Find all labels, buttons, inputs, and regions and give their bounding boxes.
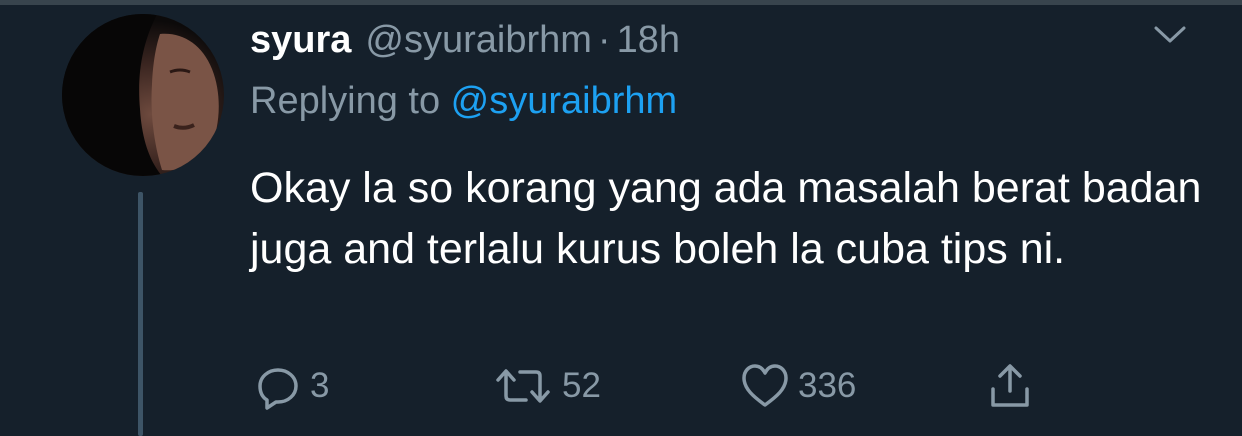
reply-count: 3 [310, 366, 330, 405]
chevron-down-icon [1154, 26, 1186, 43]
reply-icon [258, 368, 298, 410]
avatar[interactable] [62, 14, 224, 176]
retweet-button[interactable]: 52 [492, 356, 601, 416]
tweet-menu-button[interactable] [1153, 24, 1187, 46]
share-icon [991, 364, 1029, 407]
retweet-count: 52 [562, 366, 601, 405]
action-bar: 3 52 336 [250, 356, 1100, 416]
share-button[interactable] [988, 356, 1032, 416]
like-button[interactable]: 336 [740, 356, 856, 416]
thread-line [138, 192, 143, 436]
retweet-icon [496, 369, 550, 403]
timestamp[interactable]: 18h [617, 19, 680, 62]
avatar-image [62, 14, 224, 176]
top-divider [0, 0, 1242, 5]
tweet-text: Okay la so korang yang ada masalah berat… [250, 164, 1202, 273]
separator-dot: · [597, 18, 611, 61]
tweet-header: syura @syuraibrhm · 18h [250, 12, 680, 68]
heart-icon [742, 364, 788, 407]
user-handle[interactable]: @syuraibrhm [365, 19, 592, 62]
reply-button[interactable]: 3 [254, 356, 329, 416]
display-name[interactable]: syura [250, 19, 351, 62]
replying-handle-link[interactable]: @syuraibrhm [451, 80, 678, 122]
replying-label: Replying to [250, 80, 451, 122]
like-count: 336 [798, 366, 857, 405]
replying-to: Replying to @syuraibrhm [250, 80, 677, 123]
